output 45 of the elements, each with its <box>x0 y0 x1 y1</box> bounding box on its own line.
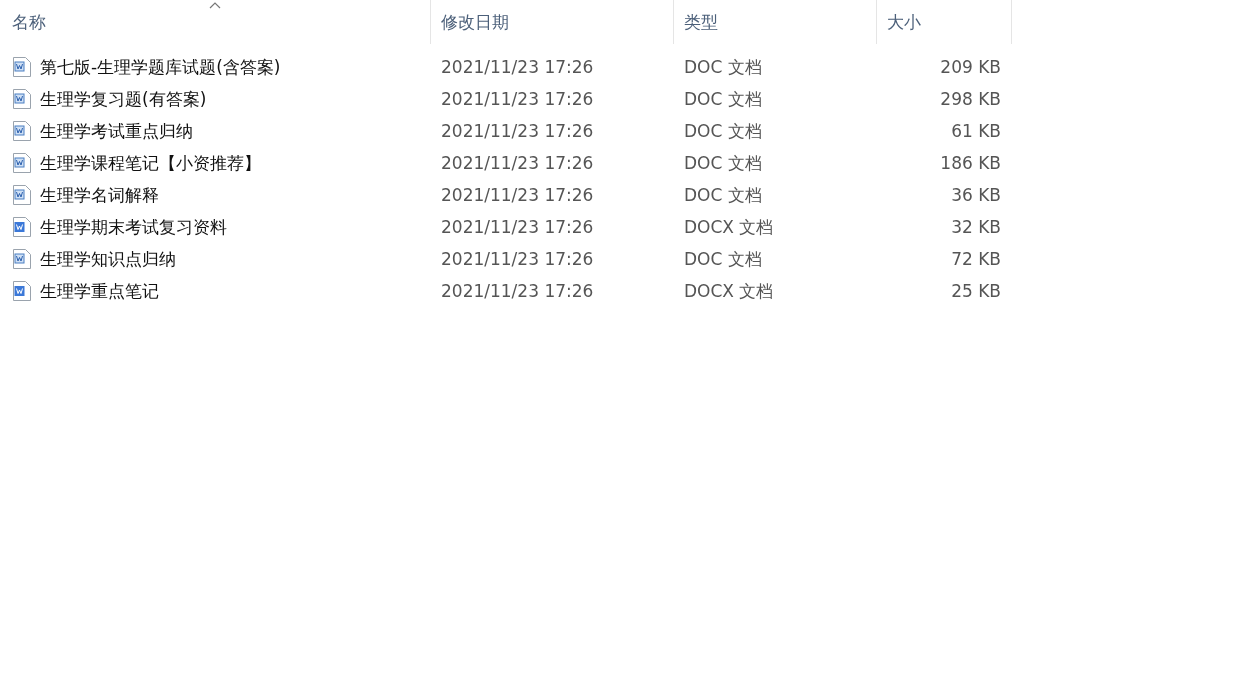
document-icon <box>12 184 32 206</box>
file-name[interactable]: 第七版-生理学题库试题(含答案) <box>40 55 281 79</box>
file-type: DOC 文档 <box>683 151 763 175</box>
modified-date: 2021/11/23 17:26 <box>440 249 595 269</box>
file-size: 209 KB <box>939 57 1002 77</box>
document-icon <box>12 152 32 174</box>
document-icon <box>12 216 32 238</box>
file-size: 298 KB <box>939 89 1002 109</box>
column-header[interactable]: 大小 <box>877 0 1012 44</box>
file-name[interactable]: 生理学名词解释 <box>40 183 159 207</box>
modified-date: 2021/11/23 17:26 <box>440 185 595 205</box>
document-icon <box>12 88 32 110</box>
file-size: 32 KB <box>950 217 1002 237</box>
file-size: 25 KB <box>950 281 1002 301</box>
file-type: DOC 文档 <box>683 119 763 143</box>
document-icon <box>12 248 32 270</box>
file-type: DOC 文档 <box>683 183 763 207</box>
file-name[interactable]: 生理学期末考试复习资料 <box>40 215 227 239</box>
file-size: 61 KB <box>950 121 1002 141</box>
modified-date: 2021/11/23 17:26 <box>440 153 595 173</box>
modified-date: 2021/11/23 17:26 <box>440 57 595 77</box>
modified-date: 2021/11/23 17:26 <box>440 89 595 109</box>
modified-date: 2021/11/23 17:26 <box>440 217 595 237</box>
file-type: DOC 文档 <box>683 247 763 271</box>
file-name[interactable]: 生理学课程笔记【小资推荐】 <box>40 151 261 175</box>
document-icon <box>12 280 32 302</box>
document-icon <box>12 120 32 142</box>
file-type: DOC 文档 <box>683 55 763 79</box>
file-name[interactable]: 生理学复习题(有答案) <box>40 87 207 111</box>
column-header[interactable]: 修改日期 <box>431 0 674 44</box>
file-type: DOCX 文档 <box>683 215 775 239</box>
file-name[interactable]: 生理学重点笔记 <box>40 279 159 303</box>
file-name[interactable]: 生理学考试重点归纳 <box>40 119 193 143</box>
sort-caret-icon <box>209 1 221 9</box>
file-size: 72 KB <box>950 249 1002 269</box>
column-header[interactable]: 类型 <box>674 0 877 44</box>
file-size: 186 KB <box>939 153 1002 173</box>
file-name[interactable]: 生理学知识点归纳 <box>40 247 176 271</box>
document-icon <box>12 56 32 78</box>
modified-date: 2021/11/23 17:26 <box>440 281 595 301</box>
modified-date: 2021/11/23 17:26 <box>440 121 595 141</box>
file-size: 36 KB <box>950 185 1002 205</box>
file-type: DOCX 文档 <box>683 279 775 303</box>
file-type: DOC 文档 <box>683 87 763 111</box>
column-header[interactable]: 名称 <box>0 0 431 44</box>
